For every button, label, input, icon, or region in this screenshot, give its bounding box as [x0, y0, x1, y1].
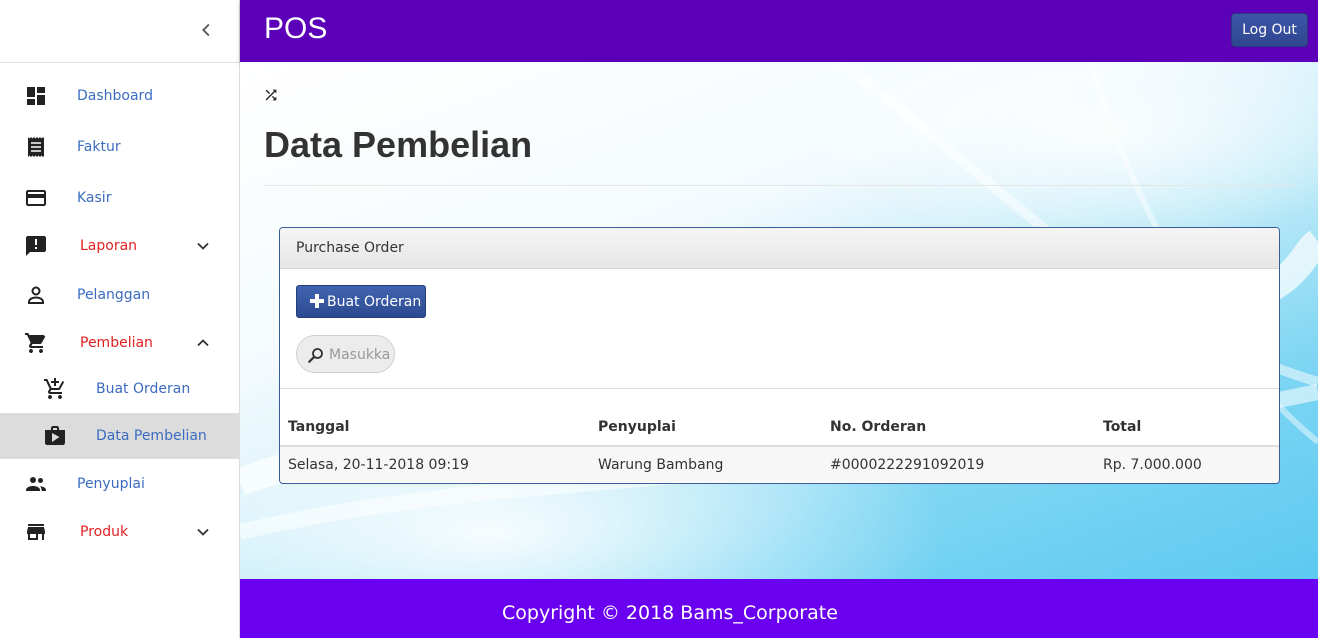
- plus-icon: [310, 294, 324, 308]
- copyright-text: Copyright © 2018 Bams_Corporate: [502, 602, 838, 624]
- cell-penyuplai: Warung Bambang: [590, 446, 822, 482]
- cell-tanggal: Selasa, 20-11-2018 09:19: [280, 446, 590, 482]
- table-row[interactable]: Selasa, 20-11-2018 09:19 Warung Bambang …: [280, 446, 1279, 482]
- sidebar-item-label: Data Pembelian: [96, 428, 207, 444]
- purchase-table: Tanggal Penyuplai No. Orderan Total Sela…: [280, 408, 1279, 482]
- people-icon: [26, 477, 46, 491]
- sidebar-item-label: Buat Orderan: [96, 381, 191, 397]
- cell-total: Rp. 7.000.000: [1095, 446, 1279, 482]
- sidebar-item-label: Produk: [80, 524, 129, 540]
- search-input[interactable]: [329, 345, 391, 365]
- sidebar-item-kasir[interactable]: Kasir: [0, 175, 239, 221]
- sidebar-item-data-pembelian[interactable]: Data Pembelian: [0, 413, 239, 459]
- cell-no-orderan: #0000222291092019: [822, 446, 1095, 482]
- panel-body: Buat Orderan: [280, 269, 1279, 389]
- footer: Copyright © 2018 Bams_Corporate: [240, 579, 1318, 638]
- sidebar: Dashboard Faktur Kasir Laporan Pelanggan…: [0, 0, 240, 638]
- sidebar-item-faktur[interactable]: Faktur: [0, 124, 239, 170]
- sidebar-item-label: Pelanggan: [77, 287, 151, 303]
- column-header-total[interactable]: Total: [1095, 408, 1279, 447]
- sidebar-item-label: Laporan: [80, 238, 138, 254]
- chevron-up-icon[interactable]: [193, 333, 213, 353]
- purchase-order-panel: Purchase Order Buat Orderan Tanggal Peny…: [279, 227, 1280, 484]
- app-brand[interactable]: POS: [264, 12, 327, 46]
- create-order-label: Buat Orderan: [327, 294, 422, 310]
- chevron-down-icon[interactable]: [193, 236, 213, 256]
- sidebar-item-dashboard[interactable]: Dashboard: [0, 73, 239, 119]
- sidebar-item-label: Dashboard: [77, 88, 153, 104]
- person-icon: [28, 286, 44, 304]
- create-order-button[interactable]: Buat Orderan: [296, 285, 426, 318]
- shop-icon: [45, 426, 65, 445]
- store-icon: [27, 524, 45, 540]
- chevron-left-icon[interactable]: [196, 19, 218, 41]
- page-title: Data Pembelian: [264, 124, 533, 165]
- column-header-no-orderan[interactable]: No. Orderan: [822, 408, 1095, 447]
- credit-card-icon: [26, 190, 46, 206]
- search-icon: [308, 348, 323, 363]
- top-navbar: POS Log Out: [240, 0, 1318, 62]
- receipt-icon: [28, 137, 44, 157]
- panel-header: Purchase Order: [280, 228, 1279, 269]
- sidebar-item-label: Faktur: [77, 139, 121, 155]
- add-cart-icon: [44, 378, 65, 399]
- cart-icon: [25, 333, 46, 353]
- shuffle-icon[interactable]: [262, 87, 280, 103]
- sidebar-item-produk[interactable]: Produk: [0, 509, 239, 555]
- column-header-penyuplai[interactable]: Penyuplai: [590, 408, 822, 447]
- sidebar-item-label: Kasir: [77, 190, 112, 206]
- title-divider: [264, 185, 1295, 186]
- sidebar-item-label: Penyuplai: [77, 476, 145, 492]
- column-header-tanggal[interactable]: Tanggal: [280, 408, 590, 447]
- dashboard-icon: [27, 87, 45, 105]
- main-content: Data Pembelian Purchase Order Buat Order…: [240, 62, 1318, 579]
- sidebar-item-label: Pembelian: [80, 335, 153, 351]
- chevron-down-icon[interactable]: [193, 522, 213, 542]
- sidebar-item-buat-orderan[interactable]: Buat Orderan: [0, 366, 239, 412]
- panel-heading: Purchase Order: [296, 240, 404, 256]
- table-header-row: Tanggal Penyuplai No. Orderan Total: [280, 408, 1279, 447]
- search-box[interactable]: [296, 335, 395, 373]
- report-icon: [26, 236, 46, 256]
- sidebar-header: [0, 0, 239, 63]
- sidebar-item-pembelian[interactable]: Pembelian: [0, 320, 239, 366]
- logout-button[interactable]: Log Out: [1231, 13, 1308, 47]
- sidebar-item-pelanggan[interactable]: Pelanggan: [0, 272, 239, 318]
- sidebar-item-penyuplai[interactable]: Penyuplai: [0, 461, 239, 507]
- sidebar-item-laporan[interactable]: Laporan: [0, 223, 239, 269]
